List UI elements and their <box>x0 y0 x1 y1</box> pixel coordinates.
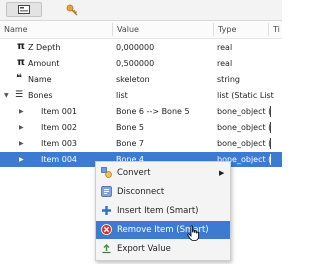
menu-item-disconnect[interactable]: Disconnect <box>96 183 230 201</box>
list-icon: ☰ <box>15 90 24 100</box>
column-divider[interactable] <box>268 23 269 36</box>
panel-icon <box>18 5 30 14</box>
menu-item-label: Convert <box>117 168 151 178</box>
menu-item-label: Export Value <box>117 244 171 254</box>
menu-item-convert[interactable]: Convert ▶ <box>96 164 230 182</box>
export-icon <box>101 243 112 254</box>
bone-item-row[interactable]: ▶ Item 001 Bone 6 --> Bone 5 bone_object… <box>0 104 282 119</box>
column-divider[interactable] <box>213 23 214 36</box>
column-type[interactable]: Type <box>218 25 236 34</box>
column-extra[interactable]: Ti <box>273 25 280 34</box>
bone-item-row[interactable]: ▶ Item 002 Bone 5 bone_object ( <box>0 120 282 135</box>
item-name: Item 004 <box>41 155 78 164</box>
item-name: Item 001 <box>41 107 78 116</box>
toolbar <box>0 0 282 21</box>
column-name[interactable]: Name <box>4 25 28 34</box>
param-type: list (Static List <box>217 91 274 100</box>
menu-item-export[interactable]: Export Value <box>96 240 230 258</box>
param-name: Bones <box>28 91 53 100</box>
item-name: Item 002 <box>41 123 78 132</box>
column-header: Name Value Type Ti <box>0 21 282 39</box>
param-value[interactable]: 0,500000 <box>116 59 154 68</box>
param-type: string <box>217 75 240 84</box>
item-value[interactable]: Bone 5 <box>116 123 144 132</box>
cell-divider <box>270 122 271 133</box>
param-value[interactable]: list <box>116 91 128 100</box>
context-menu: Convert ▶ Disconnect Insert Item (Smart)… <box>95 161 231 261</box>
item-value[interactable]: Bone 7 <box>116 139 144 148</box>
params-panel-tab[interactable] <box>6 2 42 17</box>
bone-item-row[interactable]: ▶ Item 003 Bone 7 bone_object ( <box>0 136 282 151</box>
menu-item-label: Disconnect <box>117 187 165 197</box>
menu-item-remove[interactable]: Remove Item (Smart) <box>96 221 230 239</box>
expand-right-icon[interactable]: ▶ <box>19 108 24 115</box>
expand-down-icon[interactable]: ▼ <box>4 92 9 99</box>
param-type: real <box>217 59 233 68</box>
param-value[interactable]: 0,000000 <box>116 43 154 52</box>
remove-icon <box>101 224 112 235</box>
pi-icon: π <box>17 41 25 52</box>
column-divider[interactable] <box>112 23 113 36</box>
item-value[interactable]: Bone 6 --> Bone 5 <box>116 107 190 116</box>
menu-item-label: Insert Item (Smart) <box>117 206 199 216</box>
submenu-arrow-icon: ▶ <box>219 169 225 177</box>
convert-icon <box>101 167 112 178</box>
param-row-bones[interactable]: ▼ ☰ Bones list list (Static List <box>0 88 282 103</box>
keyframes-tab[interactable] <box>58 2 86 17</box>
expand-right-icon[interactable]: ▶ <box>19 124 24 131</box>
quote-icon: ❝ <box>16 73 22 84</box>
key-icon <box>66 4 78 15</box>
mouse-pointer-icon <box>187 225 199 241</box>
param-row-amount[interactable]: π Amount 0,500000 real <box>0 56 282 71</box>
item-type: bone_object ( <box>217 123 272 132</box>
param-name: Amount <box>28 59 60 68</box>
disconnect-icon <box>101 186 112 197</box>
param-row-z-depth[interactable]: π Z Depth 0,000000 real <box>0 40 282 55</box>
cell-divider <box>270 154 271 165</box>
expand-right-icon[interactable]: ▶ <box>19 156 24 163</box>
item-type: bone_object ( <box>217 107 272 116</box>
param-row-name[interactable]: ❝ Name skeleton string <box>0 72 282 87</box>
column-value[interactable]: Value <box>117 25 139 34</box>
cell-divider <box>270 138 271 149</box>
pi-icon: π <box>17 57 25 68</box>
param-type: real <box>217 43 233 52</box>
param-name: Name <box>28 75 52 84</box>
item-type: bone_object ( <box>217 139 272 148</box>
insert-plus-icon <box>101 205 112 216</box>
param-value[interactable]: skeleton <box>116 75 150 84</box>
param-name: Z Depth <box>28 43 61 52</box>
menu-item-insert[interactable]: Insert Item (Smart) <box>96 202 230 220</box>
cell-divider <box>270 106 271 117</box>
item-name: Item 003 <box>41 139 78 148</box>
expand-right-icon[interactable]: ▶ <box>19 140 24 147</box>
